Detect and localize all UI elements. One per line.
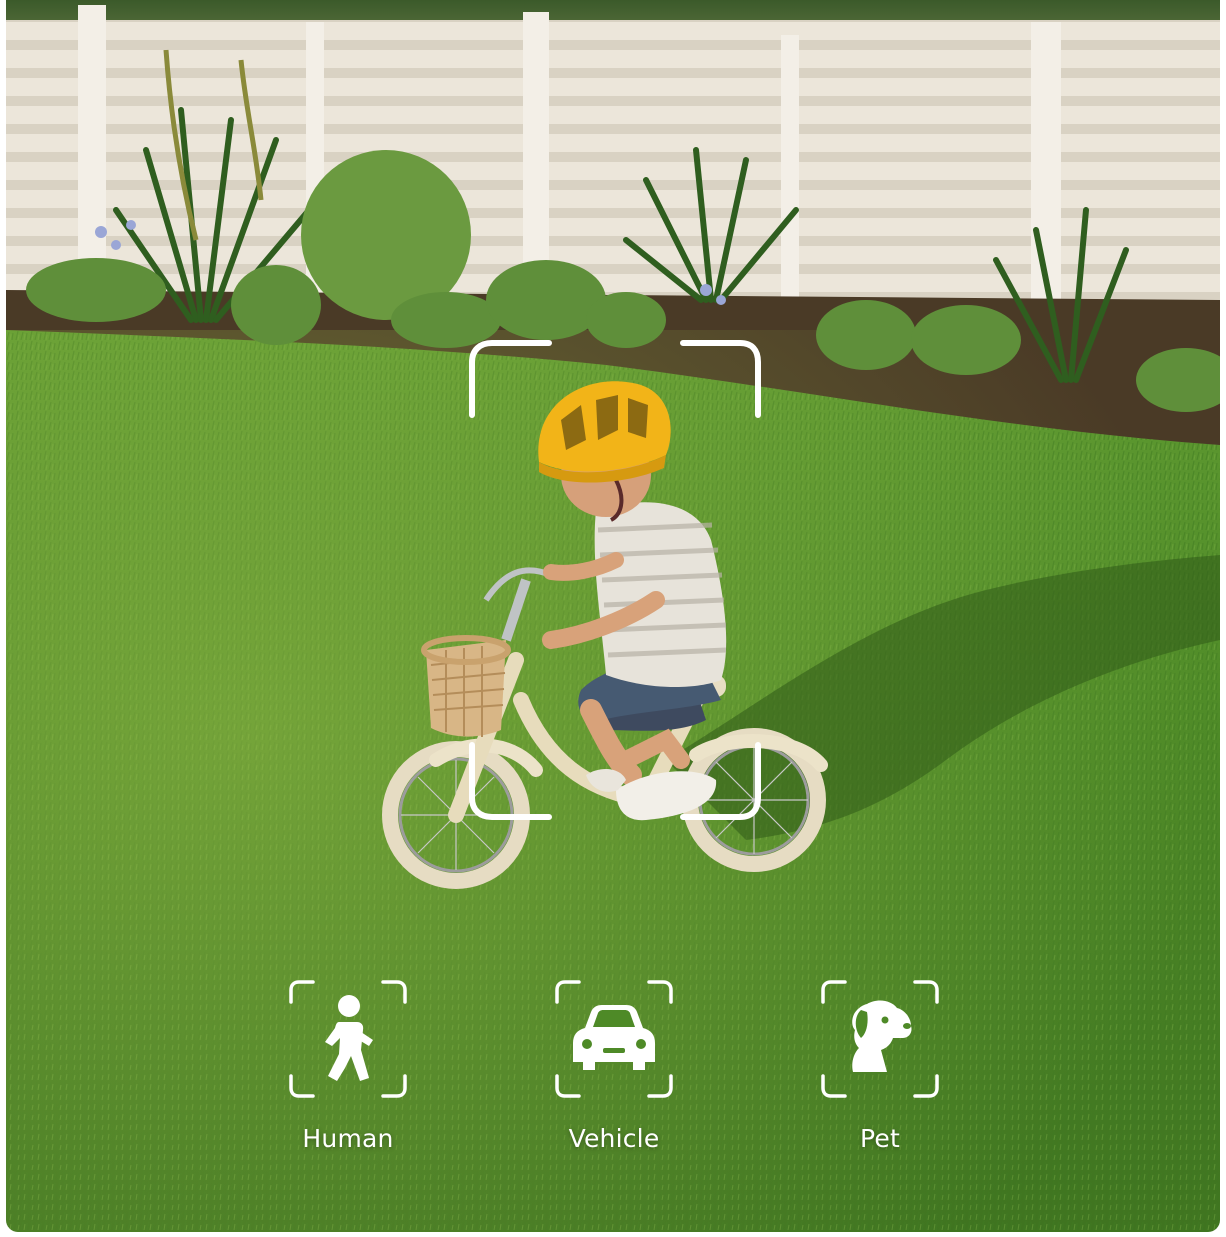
detect-human-label: Human bbox=[302, 1124, 394, 1153]
detect-pet-label: Pet bbox=[860, 1124, 900, 1153]
detect-human: Human bbox=[288, 980, 408, 1153]
detect-vehicle: Vehicle bbox=[554, 980, 674, 1153]
dog-icon bbox=[821, 980, 939, 1098]
person-walking-icon bbox=[289, 980, 407, 1098]
detect-pet: Pet bbox=[820, 980, 940, 1153]
detect-vehicle-label: Vehicle bbox=[568, 1124, 660, 1153]
car-icon bbox=[555, 980, 673, 1098]
